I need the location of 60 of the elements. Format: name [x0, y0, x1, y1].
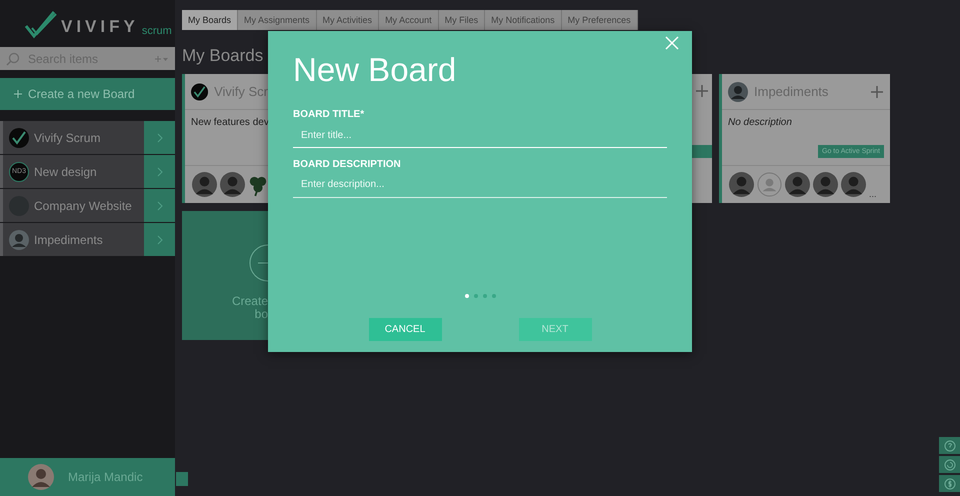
person-avatar-icon — [729, 172, 754, 197]
board-name: Impediments — [34, 232, 104, 246]
create-card-label: bo — [254, 308, 268, 321]
user-bar[interactable]: Marija Mandic — [0, 458, 175, 496]
chevron-icon[interactable] — [144, 223, 175, 256]
check-logo-icon — [24, 10, 58, 40]
collapse-handle[interactable] — [176, 472, 188, 486]
person-avatar-icon — [841, 172, 866, 197]
help-icon[interactable] — [939, 437, 960, 454]
person-avatar-icon — [785, 172, 810, 197]
person-avatar-icon — [9, 230, 29, 250]
board-logo-icon — [9, 128, 29, 148]
person-avatar-icon — [192, 172, 217, 197]
card-description: No description — [728, 117, 792, 128]
create-card-label: Create — [232, 295, 268, 308]
person-avatar-icon — [728, 82, 748, 102]
placeholder-avatar-icon — [757, 172, 782, 197]
tab[interactable]: My Activities — [316, 10, 380, 30]
person-avatar-icon — [813, 172, 838, 197]
title-input[interactable]: Enter title... — [293, 120, 667, 148]
board-item[interactable]: Company Website — [0, 189, 175, 222]
user-avatar-icon — [28, 464, 54, 490]
dialog-button[interactable]: CANCEL — [368, 318, 442, 341]
page-title: My Boards — [182, 46, 264, 66]
tab[interactable]: My Files — [438, 10, 486, 30]
close-icon[interactable] — [665, 36, 679, 50]
person-avatar-icon — [220, 172, 245, 197]
tab[interactable]: My Assignments — [238, 10, 317, 30]
chevron-icon[interactable] — [144, 189, 175, 222]
button-edge[interactable] — [692, 145, 712, 158]
search-icon — [6, 52, 20, 66]
move-icon[interactable] — [696, 85, 708, 97]
user-name: Marija Mandic — [68, 470, 143, 484]
plus-icon — [14, 90, 22, 98]
create-board-button[interactable]: Create a new Board — [0, 78, 175, 110]
chevron-icon[interactable] — [144, 155, 175, 188]
board-name: Vivify Scrum — [34, 130, 102, 144]
board-item[interactable]: Vivify Scrum — [0, 121, 175, 154]
board-logo-icon — [191, 82, 208, 102]
refresh-icon[interactable] — [939, 456, 960, 473]
move-icon[interactable] — [871, 86, 883, 98]
tab[interactable]: My Notifications — [485, 10, 562, 30]
create-board-card[interactable]: Create bo — [182, 211, 268, 340]
board-name: New design — [34, 164, 98, 178]
logo-wordmark: VIVIFY — [61, 17, 139, 37]
plus-caret-icon[interactable] — [155, 54, 169, 62]
board-item[interactable]: Impediments — [0, 223, 175, 256]
field-label: BOARD TITLE* — [293, 109, 366, 120]
card-description: New features dev — [191, 117, 269, 128]
more-label[interactable]: ... — [869, 189, 877, 199]
description-input[interactable]: Enter description... — [293, 170, 667, 198]
tab[interactable]: My Preferences — [562, 10, 638, 30]
chevron-icon[interactable] — [144, 121, 175, 154]
logo-suffix: scrum — [142, 25, 172, 37]
tab[interactable]: My Account — [379, 10, 439, 30]
dialog-title: New Board — [293, 51, 458, 89]
field-label: BOARD DESCRIPTION — [293, 159, 402, 170]
board-name: Company Website — [34, 198, 133, 212]
dollar-icon[interactable] — [939, 475, 960, 492]
tab[interactable]: My Boards — [182, 10, 238, 30]
